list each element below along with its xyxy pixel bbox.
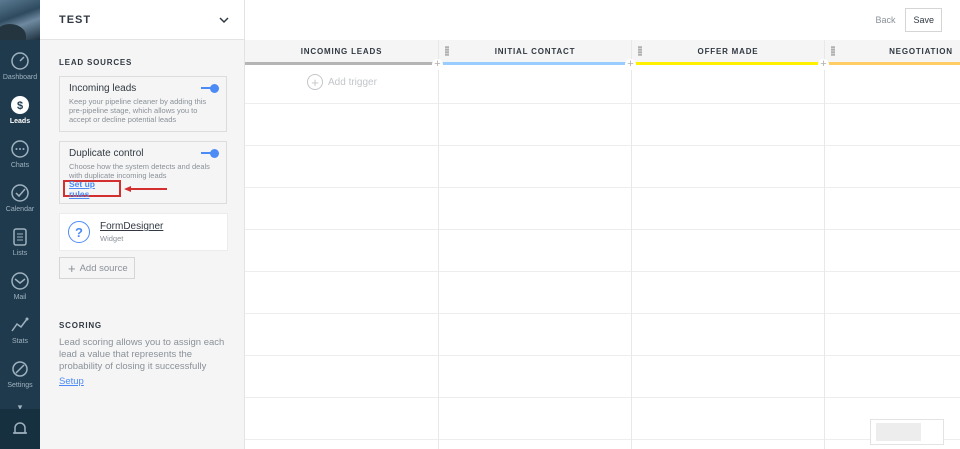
nav-lists[interactable]: Lists <box>0 220 40 264</box>
widget-name[interactable]: FormDesigner <box>100 221 163 232</box>
nav-settings[interactable]: Settings <box>0 352 40 396</box>
stage-color-bar <box>439 62 631 65</box>
panel-header: TEST <box>40 0 244 40</box>
add-trigger-button[interactable]: + Add trigger <box>307 74 377 90</box>
pipeline-title: TEST <box>59 13 92 26</box>
stage-header[interactable]: NEGOTIATION <box>825 40 960 62</box>
incoming-leads-toggle[interactable] <box>201 84 219 93</box>
calendar-icon <box>11 184 29 202</box>
stage-offer-made: OFFER MADE <box>631 40 824 449</box>
stats-icon <box>11 317 29 332</box>
pipeline-editor: Back Save INCOMING LEADS + Add trigger I… <box>245 0 960 449</box>
scoring-setup-link[interactable]: Setup <box>59 376 84 387</box>
nav-stats[interactable]: Stats <box>0 308 40 352</box>
chats-icon <box>11 140 29 158</box>
save-button[interactable]: Save <box>905 8 942 32</box>
stage-header[interactable]: INITIAL CONTACT <box>439 40 631 62</box>
stage-color-bar <box>825 62 960 65</box>
nav-calendar[interactable]: Calendar <box>0 176 40 220</box>
pipeline-board: INCOMING LEADS + Add trigger INITIAL CON… <box>245 40 960 449</box>
pipeline-settings-panel: TEST LEAD SOURCES Incoming leads Keep yo… <box>40 0 245 449</box>
top-toolbar: Back Save <box>245 0 960 40</box>
stage-title: OFFER MADE <box>697 46 759 56</box>
lead-sources-title: LEAD SOURCES <box>59 58 133 67</box>
drag-handle-icon[interactable] <box>445 46 449 56</box>
nav-chats[interactable]: Chats <box>0 132 40 176</box>
add-source-button[interactable]: + Add source <box>59 257 135 279</box>
duplicate-control-desc: Choose how the system detects and deals … <box>69 162 210 180</box>
dashboard-icon <box>11 52 29 70</box>
floating-widget[interactable] <box>870 419 944 445</box>
svg-text:$: $ <box>17 100 23 112</box>
stage-incoming-leads: INCOMING LEADS + Add trigger <box>245 40 438 449</box>
lists-icon <box>13 228 27 246</box>
stage-negotiation: NEGOTIATION <box>824 40 960 449</box>
stage-header[interactable]: INCOMING LEADS <box>245 40 438 62</box>
bell-icon <box>13 422 27 434</box>
user-avatar[interactable] <box>0 0 40 40</box>
nav-mail[interactable]: Mail <box>0 264 40 308</box>
stage-initial-contact: INITIAL CONTACT <box>438 40 631 449</box>
plus-circle-icon: + <box>307 74 323 90</box>
drag-handle-icon[interactable] <box>831 46 835 56</box>
duplicate-control-toggle[interactable] <box>201 149 219 158</box>
add-stage-plus-icon[interactable]: + <box>818 59 829 70</box>
nav-leads[interactable]: $ Leads <box>0 88 40 132</box>
nav-dashboard[interactable]: Dashboard <box>0 44 40 88</box>
set-up-rules-link[interactable]: Set up rules <box>63 179 121 199</box>
incoming-leads-title: Incoming leads <box>69 83 137 94</box>
drag-handle-icon[interactable] <box>638 46 642 56</box>
add-stage-plus-icon[interactable]: + <box>625 59 636 70</box>
duplicate-control-title: Duplicate control <box>69 148 144 159</box>
stage-title: INCOMING LEADS <box>300 46 383 56</box>
stage-header[interactable]: OFFER MADE <box>632 40 824 62</box>
question-icon: ? <box>68 221 90 243</box>
stage-color-bar <box>245 62 438 65</box>
back-button[interactable]: Back <box>875 15 895 25</box>
plus-icon: + <box>68 260 76 276</box>
stage-title: INITIAL CONTACT <box>494 46 576 56</box>
main-nav: Dashboard $ Leads Chats Calendar Lists M… <box>0 0 40 449</box>
scoring-title: SCORING <box>59 321 102 330</box>
widget-type: Widget <box>100 234 124 243</box>
leads-icon: $ <box>11 96 29 114</box>
formdesigner-widget[interactable]: ? FormDesigner Widget <box>59 213 228 251</box>
stage-title: NEGOTIATION <box>889 46 953 56</box>
settings-icon <box>12 361 28 377</box>
mail-icon <box>11 272 29 290</box>
incoming-leads-card: Incoming leads Keep your pipeline cleane… <box>59 76 227 132</box>
incoming-leads-desc: Keep your pipeline cleaner by adding thi… <box>69 97 207 124</box>
annotation-arrow-icon <box>124 186 167 192</box>
scoring-desc: Lead scoring allows you to assign each l… <box>59 337 225 372</box>
add-stage-plus-icon[interactable]: + <box>432 59 443 70</box>
notifications-button[interactable] <box>0 409 40 449</box>
chevron-down-icon[interactable] <box>218 14 230 26</box>
stage-color-bar <box>632 62 824 65</box>
